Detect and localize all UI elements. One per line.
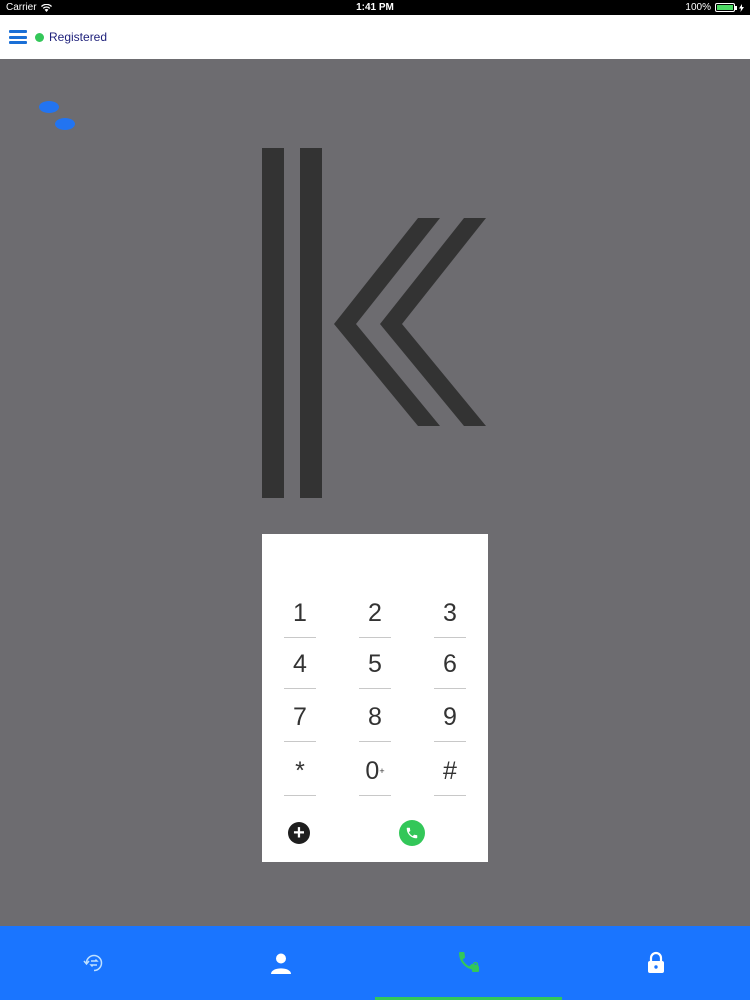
contacts-icon — [270, 953, 291, 974]
dialer-icon — [458, 952, 479, 972]
battery-percent: 100% — [685, 2, 711, 13]
dial-key-4[interactable]: 4 — [284, 647, 316, 689]
phone-icon — [406, 827, 418, 839]
dial-key-0[interactable]: 0+ — [359, 754, 391, 796]
charging-icon — [739, 3, 744, 12]
tab-recents[interactable] — [0, 926, 187, 1000]
bottom-nav — [0, 926, 750, 1000]
dial-key-3[interactable]: 3 — [434, 596, 466, 638]
dial-key-9[interactable]: 9 — [434, 700, 466, 742]
page-indicator-icon — [39, 101, 75, 130]
dialpad: 1 2 3 4 5 6 7 8 9 * 0+ # + — [262, 534, 488, 862]
dial-key-8[interactable]: 8 — [359, 700, 391, 742]
registration-status-dot — [35, 32, 44, 42]
dial-key-6[interactable]: 6 — [434, 647, 466, 689]
hamburger-icon[interactable] — [9, 30, 27, 44]
call-button[interactable] — [399, 820, 425, 846]
clock: 1:41 PM — [356, 2, 394, 13]
battery-icon — [715, 3, 737, 12]
tab-dialer[interactable] — [375, 926, 562, 1000]
top-bar: Registered — [0, 15, 750, 59]
recents-icon — [82, 954, 102, 972]
dial-key-2[interactable]: 2 — [359, 596, 391, 638]
dial-key-star[interactable]: * — [284, 754, 316, 796]
dial-key-hash[interactable]: # — [434, 754, 466, 796]
plus-circle-icon[interactable]: + — [288, 822, 310, 844]
lock-icon — [647, 951, 664, 973]
tab-lock[interactable] — [562, 926, 749, 1000]
dial-key-1[interactable]: 1 — [284, 596, 316, 638]
k-logo — [262, 148, 486, 498]
registration-status: Registered — [49, 30, 108, 44]
tab-contacts[interactable] — [187, 926, 374, 1000]
status-bar: Carrier 1:41 PM 100% — [0, 0, 750, 15]
dial-key-7[interactable]: 7 — [284, 700, 316, 742]
dial-key-5[interactable]: 5 — [359, 647, 391, 689]
